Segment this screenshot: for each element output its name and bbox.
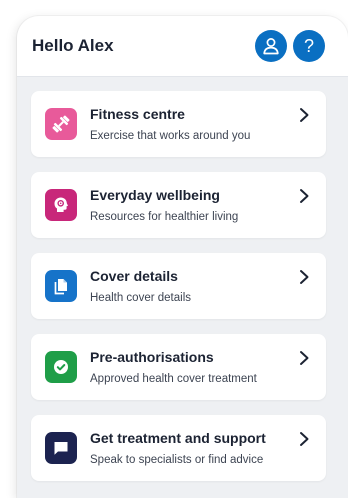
card-title: Get treatment and support — [90, 430, 266, 446]
check-badge-icon — [45, 351, 77, 383]
card-title: Cover details — [90, 268, 178, 284]
question-icon: ? — [303, 36, 314, 56]
chevron-right-icon — [300, 270, 309, 284]
chat-bubble-icon — [45, 432, 77, 464]
greeting-title: Hello Alex — [32, 36, 114, 55]
head-icon — [45, 189, 77, 221]
card-subtitle: Resources for healthier living — [90, 211, 239, 223]
card-cover-details[interactable]: Cover details Health cover details — [31, 253, 326, 319]
profile-button[interactable] — [255, 30, 287, 62]
card-pre-authorisations[interactable]: Pre-authorisations Approved health cover… — [31, 334, 326, 400]
card-subtitle: Health cover details — [90, 292, 191, 304]
card-subtitle: Exercise that works around you — [90, 130, 251, 142]
chevron-right-icon — [300, 108, 309, 122]
person-icon — [263, 38, 279, 55]
card-everyday-wellbeing[interactable]: Everyday wellbeing Resources for healthi… — [31, 172, 326, 238]
help-button[interactable]: ? — [293, 30, 325, 62]
document-icon — [45, 270, 77, 302]
card-title: Everyday wellbeing — [90, 187, 220, 203]
card-title: Fitness centre — [90, 106, 185, 122]
card-title: Pre-authorisations — [90, 349, 214, 365]
chevron-right-icon — [300, 189, 309, 203]
chevron-right-icon — [300, 432, 309, 446]
card-fitness-centre[interactable]: Fitness centre Exercise that works aroun… — [31, 91, 326, 157]
card-subtitle: Approved health cover treatment — [90, 373, 257, 385]
top-bar: Hello Alex ? — [17, 16, 348, 77]
card-subtitle: Speak to specialists or find advice — [90, 454, 264, 466]
dumbbell-icon — [45, 108, 77, 140]
chevron-right-icon — [300, 351, 309, 365]
app-screen: Hello Alex ? Fitness centre Exercise tha… — [17, 16, 348, 498]
card-get-treatment-and-support[interactable]: Get treatment and support Speak to speci… — [31, 415, 326, 481]
